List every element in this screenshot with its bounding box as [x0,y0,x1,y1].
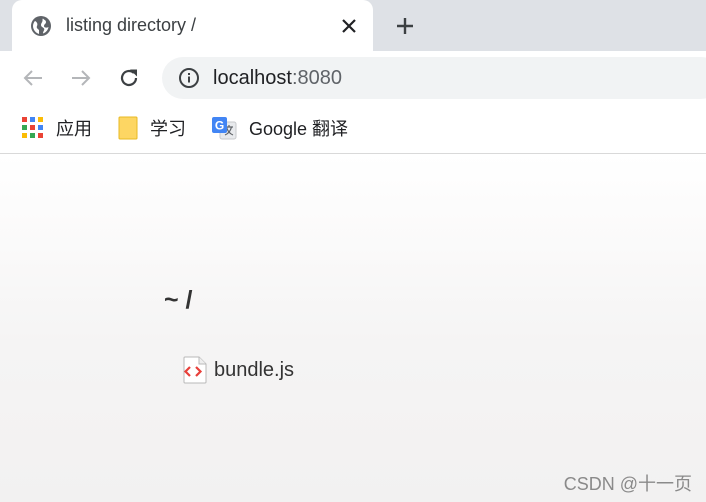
url-text: localhost:8080 [213,67,342,90]
folder-icon [118,116,138,140]
address-bar[interactable]: localhost:8080 [162,57,706,99]
bookmark-label: 应用 [56,119,92,139]
js-file-icon [182,356,208,384]
new-tab-button[interactable] [388,9,422,43]
google-translate-icon: G [212,116,237,139]
close-icon[interactable] [333,10,365,42]
page-content: ~ / bundle.js CSDN @十一页 [0,154,706,502]
svg-text:G: G [215,118,224,132]
bookmark-label: 学习 [150,119,186,139]
file-link-bundle-js[interactable]: bundle.js [182,356,294,384]
globe-icon [30,15,52,37]
toolbar: localhost:8080 [0,51,706,104]
plus-icon [397,18,413,34]
reload-icon [120,69,138,87]
tab-strip: listing directory / [0,0,706,51]
apps-grid-icon [22,117,43,138]
file-name: bundle.js [214,358,295,381]
info-icon[interactable] [178,67,200,89]
back-button[interactable] [17,62,49,94]
bookmark-apps[interactable]: 应用 [22,114,92,142]
reload-button[interactable] [113,62,145,94]
arrow-left-icon [23,70,42,86]
forward-button[interactable] [65,62,97,94]
bookmark-google-translate[interactable]: G Google 翻译 [212,114,348,142]
active-tab[interactable]: listing directory / [12,0,373,51]
directory-heading: ~ / [164,286,193,314]
url-port: :8080 [291,66,342,89]
bookmarks-bar: 应用 学习 G Google 翻译 [0,104,706,154]
bookmark-folder-study[interactable]: 学习 [118,114,186,142]
watermark: CSDN @十一页 [563,474,692,494]
arrow-right-icon [72,70,91,86]
tab-title: listing directory / [66,15,197,35]
bookmark-label: Google 翻译 [249,119,349,139]
url-host: localhost [213,66,292,89]
